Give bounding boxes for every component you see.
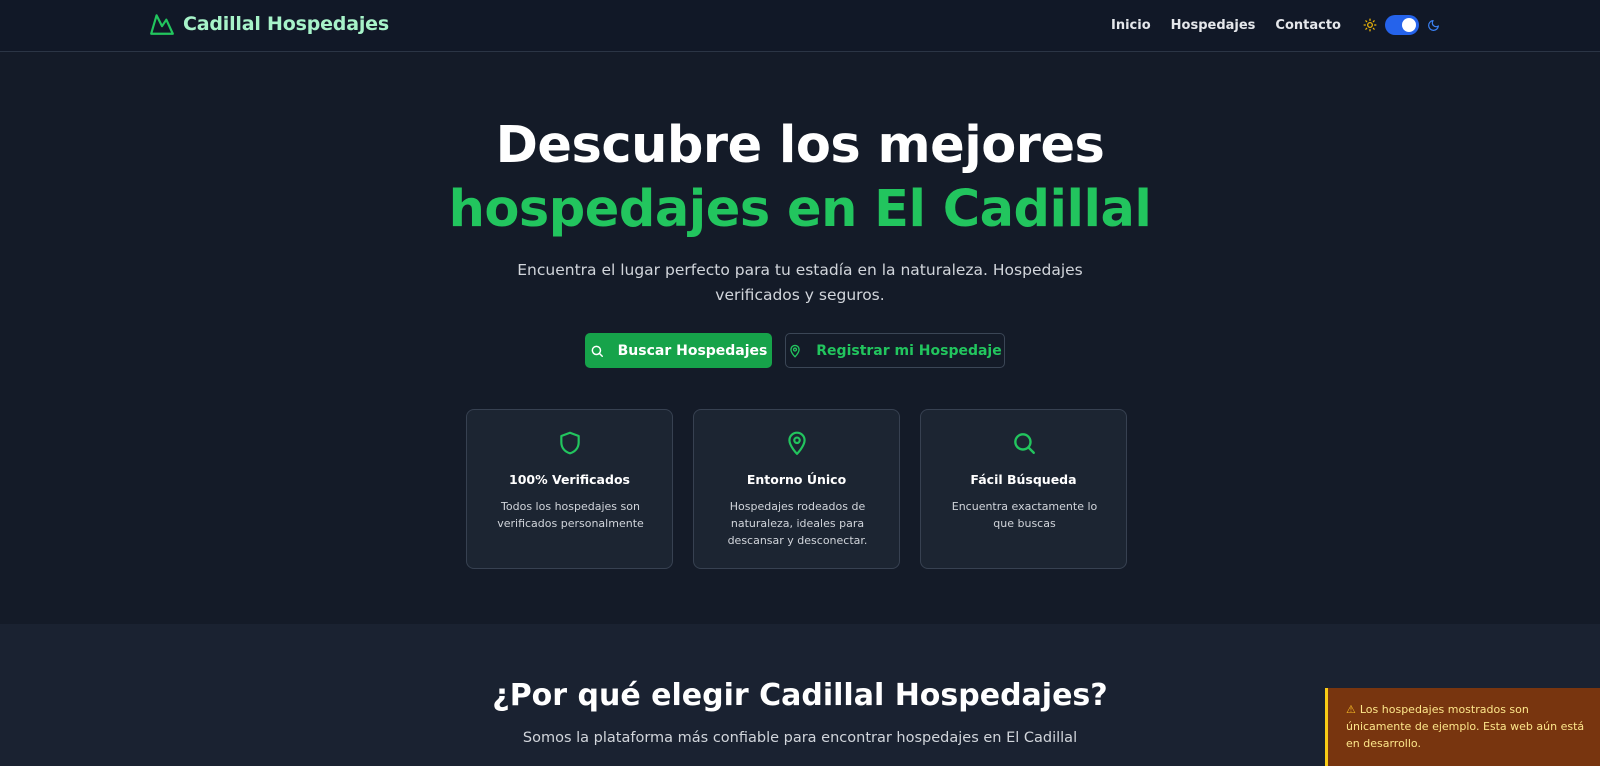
feature-title: Entorno Único [746, 472, 847, 487]
feature-title: 100% Verificados [509, 472, 630, 487]
theme-switcher [1363, 15, 1440, 35]
nav-link-hospedajes[interactable]: Hospedajes [1171, 18, 1256, 33]
nav-link-contacto[interactable]: Contacto [1275, 18, 1341, 33]
search-icon [591, 345, 603, 357]
navbar: Cadillal Hospedajes Inicio Hospedajes Co… [0, 0, 1600, 52]
feature-card-search: Fácil Búsqueda Encuentra exactamente lo … [920, 409, 1127, 569]
search-icon [1013, 433, 1035, 454]
nav-link-inicio[interactable]: Inicio [1111, 18, 1151, 33]
theme-toggle[interactable] [1385, 15, 1419, 35]
mountain-icon [150, 14, 174, 35]
theme-toggle-knob [1402, 18, 1416, 32]
hero-title-accent: hospedajes en El Cadillal [448, 180, 1152, 239]
feature-description: Todos los hospedajes son verificados per… [497, 500, 644, 530]
hero-section: Descubre los mejores hospedajes en El Ca… [0, 52, 1600, 624]
feature-description: Encuentra exactamente lo que buscas [951, 500, 1098, 530]
brand-logo[interactable]: Cadillal Hospedajes [149, 11, 389, 37]
sun-icon [1363, 18, 1377, 32]
search-lodgings-label: Buscar Hospedajes [617, 342, 768, 359]
register-lodging-label: Registrar mi Hospedaje [816, 342, 1002, 359]
feature-card-verified: 100% Verificados Todos los hospedajes so… [466, 409, 673, 569]
hero-title: Descubre los mejores [495, 116, 1105, 175]
warning-icon: ⚠ [1346, 703, 1356, 716]
moon-icon [1428, 19, 1439, 31]
feature-card-environment: Entorno Único Hospedajes rodeados de nat… [693, 409, 900, 569]
map-pin-icon [790, 344, 801, 358]
nav-links: Inicio Hospedajes Contacto [1111, 0, 1440, 50]
search-lodgings-button[interactable]: Buscar Hospedajes [585, 333, 772, 368]
shield-icon [559, 431, 580, 455]
map-pin-icon [787, 431, 806, 455]
register-lodging-button[interactable]: Registrar mi Hospedaje [785, 333, 1005, 368]
hero-subtitle: Encuentra el lugar perfecto para tu esta… [517, 261, 1083, 304]
demo-warning-toast: ⚠ Los hospedajes mostrados son únicamente… [1325, 688, 1600, 766]
brand-name: Cadillal Hospedajes [183, 13, 389, 35]
feature-description: Hospedajes rodeados de naturaleza, ideal… [727, 500, 868, 547]
toast-message: Los hospedajes mostrados son únicamente … [1346, 703, 1585, 750]
feature-title: Fácil Búsqueda [970, 472, 1077, 487]
